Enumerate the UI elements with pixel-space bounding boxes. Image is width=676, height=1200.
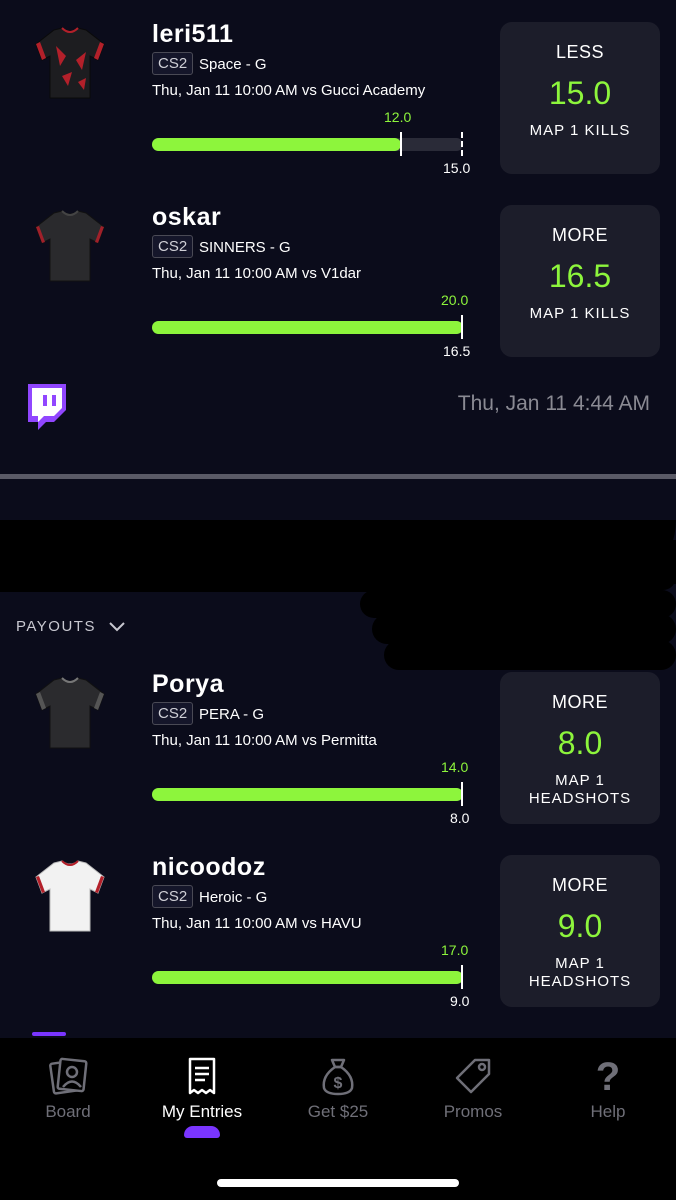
matchup-time: Thu, Jan 11 10:00 AM vs Permitta — [152, 732, 377, 749]
line-marker — [461, 132, 463, 156]
stat-type-line2: HEADSHOTS — [528, 973, 632, 990]
progress-bar — [152, 138, 463, 151]
player-name: oskar — [152, 203, 222, 231]
line-value: 15.0 — [443, 160, 471, 176]
line-marker — [461, 965, 463, 989]
bottom-nav: Board My Entries $ Get $25 Promos ? Help — [0, 1038, 676, 1200]
line-marker — [461, 315, 463, 339]
payouts-label: PAYOUTS — [16, 618, 96, 635]
pick-row[interactable]: nicoodoz CS2 Heroic - G Thu, Jan 11 10:0… — [0, 853, 676, 1028]
active-tab-indicator — [184, 1126, 220, 1138]
help-icon: ? — [596, 1056, 620, 1096]
actual-value: 12.0 — [384, 109, 412, 125]
team-position: Space - G — [199, 56, 267, 73]
game-tag: CS2 — [152, 235, 194, 258]
stat-type: MAP 1 KILLS — [529, 122, 631, 139]
stat-type-line2: HEADSHOTS — [528, 790, 632, 807]
svg-text:$: $ — [334, 1075, 343, 1092]
nav-promos-label: Promos — [443, 1102, 503, 1121]
line-value: 16.5 — [443, 343, 471, 359]
progress-fill — [152, 788, 463, 801]
progress-fill — [152, 971, 463, 984]
projection-card[interactable]: LESS 15.0 MAP 1 KILLS — [500, 22, 660, 174]
player-name: leri511 — [152, 20, 234, 48]
stat-type-line1: MAP 1 — [555, 955, 605, 972]
chevron-down-icon — [108, 622, 125, 632]
pick-row[interactable]: Porya CS2 PERA - G Thu, Jan 11 10:00 AM … — [0, 670, 676, 845]
team-position: Heroic - G — [199, 889, 268, 906]
progress-bar — [152, 971, 463, 984]
board-icon — [49, 1057, 88, 1095]
nav-board[interactable]: Board — [8, 1056, 128, 1122]
stat-type: MAP 1 HEADSHOTS — [500, 955, 660, 991]
team-position: PERA - G — [199, 706, 265, 723]
actual-value: 17.0 — [441, 942, 469, 958]
matchup-time: Thu, Jan 11 10:00 AM vs Gucci Academy — [152, 82, 426, 99]
line-value: 8.0 — [450, 810, 470, 826]
matchup-time: Thu, Jan 11 10:00 AM vs HAVU — [152, 915, 362, 932]
projection-card[interactable]: MORE 8.0 MAP 1 HEADSHOTS — [500, 672, 660, 824]
actual-value: 14.0 — [441, 759, 469, 775]
jersey-black-red-icon — [35, 27, 105, 99]
game-tag: CS2 — [152, 52, 194, 75]
pick-row[interactable]: leri511 CS2 Space - G Thu, Jan 11 10:00 … — [0, 20, 676, 195]
player-name: Porya — [152, 670, 224, 698]
projection-value: 16.5 — [548, 258, 612, 294]
jersey-dark-gray-icon — [35, 210, 105, 282]
redaction — [384, 640, 676, 670]
payouts-toggle[interactable]: PAYOUTS — [16, 618, 126, 635]
actual-marker — [400, 132, 402, 156]
nav-my-entries-label: My Entries — [161, 1102, 243, 1121]
pick-row[interactable]: oskar CS2 SINNERS - G Thu, Jan 11 10:00 … — [0, 203, 676, 378]
team-position: SINNERS - G — [199, 239, 291, 256]
projection-value: 9.0 — [557, 908, 603, 944]
player-name: nicoodoz — [152, 853, 266, 881]
progress-bar — [152, 321, 463, 334]
line-value: 9.0 — [450, 993, 470, 1009]
pick-direction: LESS — [555, 42, 605, 62]
pick-direction: MORE — [552, 875, 608, 895]
nav-my-entries[interactable]: My Entries — [142, 1056, 262, 1122]
redaction — [396, 564, 676, 590]
nav-help-label: Help — [590, 1102, 626, 1121]
nav-help[interactable]: ? Help — [548, 1056, 668, 1122]
actual-value: 20.0 — [441, 292, 469, 308]
entries-icon — [188, 1057, 216, 1095]
money-bag-icon: $ — [322, 1058, 354, 1096]
twitch-icon-peek — [32, 1032, 66, 1036]
pick-direction: MORE — [552, 692, 608, 712]
nav-get-25-label: Get $25 — [307, 1102, 369, 1121]
game-tag: CS2 — [152, 885, 194, 908]
stat-type: MAP 1 HEADSHOTS — [500, 772, 660, 808]
jersey-white-icon — [35, 860, 105, 932]
projection-value: 15.0 — [548, 75, 612, 111]
nav-board-label: Board — [45, 1102, 91, 1121]
projection-card[interactable]: MORE 9.0 MAP 1 HEADSHOTS — [500, 855, 660, 1007]
projection-card[interactable]: MORE 16.5 MAP 1 KILLS — [500, 205, 660, 357]
jersey-dark-gray-icon — [35, 677, 105, 749]
stat-type: MAP 1 KILLS — [529, 305, 631, 322]
twitch-icon[interactable] — [24, 384, 66, 430]
matchup-time: Thu, Jan 11 10:00 AM vs V1dar — [152, 265, 362, 282]
promo-tag-icon — [455, 1058, 491, 1094]
pick-direction: MORE — [552, 225, 608, 245]
progress-fill — [152, 138, 401, 151]
progress-bar — [152, 788, 463, 801]
stat-type-line1: MAP 1 — [555, 772, 605, 789]
projection-value: 8.0 — [557, 725, 603, 761]
game-tag: CS2 — [152, 702, 194, 725]
progress-fill — [152, 321, 463, 334]
line-marker — [461, 782, 463, 806]
home-indicator[interactable] — [217, 1179, 459, 1187]
nav-promos[interactable]: Promos — [413, 1056, 533, 1122]
nav-get-25[interactable]: $ Get $25 — [278, 1056, 398, 1122]
entry-timestamp: Thu, Jan 11 4:44 AM — [457, 392, 650, 415]
svg-text:?: ? — [596, 1056, 620, 1096]
